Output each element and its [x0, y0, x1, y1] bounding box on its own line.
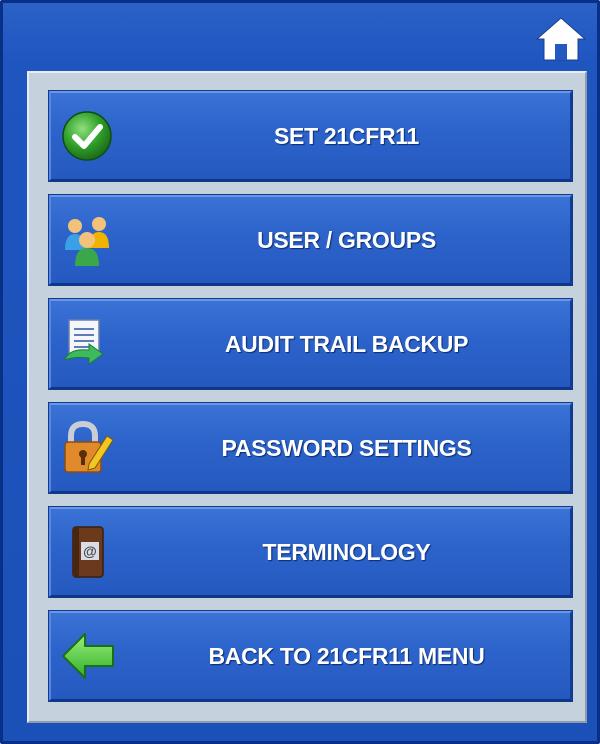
padlock-edit-icon	[59, 420, 117, 476]
terminology-button[interactable]: @ TERMINOLOGY	[49, 507, 572, 597]
address-book-icon: @	[59, 524, 117, 580]
menu-item-label: AUDIT TRAIL BACKUP	[224, 330, 469, 357]
menu-item-label: SET 21CFR11	[274, 122, 419, 149]
home-icon	[535, 17, 587, 61]
app-window: SET 21CFR11 USER / GROUPS AUDIT TRAIL BA…	[0, 0, 600, 744]
menu-panel: SET 21CFR11 USER / GROUPS AUDIT TRAIL BA…	[27, 71, 587, 723]
menu-item-label: TERMINOLOGY	[262, 538, 431, 565]
menu-item-label: BACK TO 21CFR11 MENU	[208, 642, 485, 669]
check-circle-icon	[59, 108, 117, 164]
password-settings-button[interactable]: PASSWORD SETTINGS	[49, 403, 572, 493]
audit-trail-backup-button[interactable]: AUDIT TRAIL BACKUP	[49, 299, 572, 389]
menu-item-label: PASSWORD SETTINGS	[221, 434, 472, 461]
back-to-21cfr11-menu-button[interactable]: BACK TO 21CFR11 MENU	[49, 611, 572, 701]
back-arrow-icon	[59, 628, 117, 684]
svg-text:@: @	[83, 543, 97, 559]
users-group-icon	[59, 212, 117, 268]
menu-item-label: USER / GROUPS	[257, 226, 436, 253]
home-button[interactable]	[534, 15, 588, 63]
set-21cfr11-button[interactable]: SET 21CFR11	[49, 91, 572, 181]
user-groups-button[interactable]: USER / GROUPS	[49, 195, 572, 285]
document-backup-icon	[59, 316, 117, 372]
